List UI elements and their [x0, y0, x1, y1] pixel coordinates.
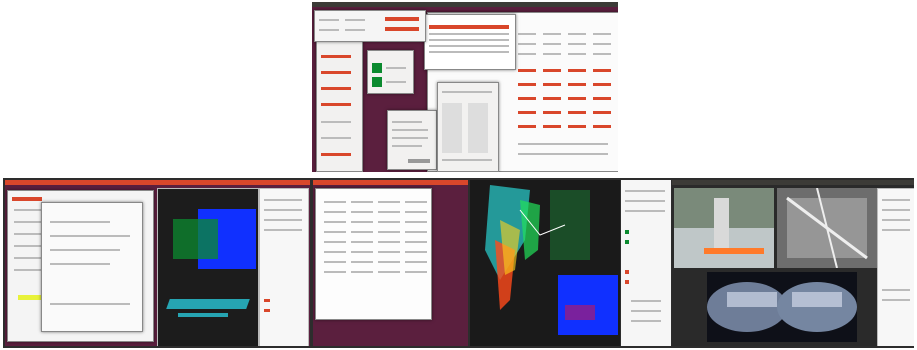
rviz-view[interactable]	[157, 188, 259, 346]
screen-bottom-3	[470, 180, 620, 346]
top-menubar	[312, 2, 618, 7]
screen-bottom-2	[313, 180, 468, 346]
status-indicator	[372, 77, 382, 87]
window-inner-dialog[interactable]	[41, 202, 143, 332]
camera-view-panorama[interactable]	[707, 272, 857, 342]
window-left-panel[interactable]	[316, 40, 363, 172]
screen-bottom-5	[672, 180, 914, 346]
point-cloud	[166, 299, 250, 309]
camera-view-right[interactable]	[777, 188, 877, 268]
robot-model	[173, 219, 218, 259]
camera-sidebar[interactable]	[877, 188, 914, 346]
point-cloud-visualization[interactable]	[470, 180, 620, 346]
window-parameter-list[interactable]	[315, 188, 432, 320]
window-rqt-middle[interactable]	[437, 82, 499, 172]
status-indicator	[372, 63, 382, 73]
screen-bottom-4	[621, 180, 671, 346]
screen-top-center	[312, 2, 618, 172]
window-top-list[interactable]	[424, 14, 516, 70]
camera-view-left[interactable]	[674, 188, 774, 268]
window-small-dialog[interactable]	[387, 110, 437, 170]
display-sidebar[interactable]	[259, 188, 309, 346]
window-status-dialog[interactable]	[367, 50, 414, 94]
window-top-toolbar[interactable]	[314, 10, 426, 42]
screen-bottom-1	[5, 180, 310, 346]
